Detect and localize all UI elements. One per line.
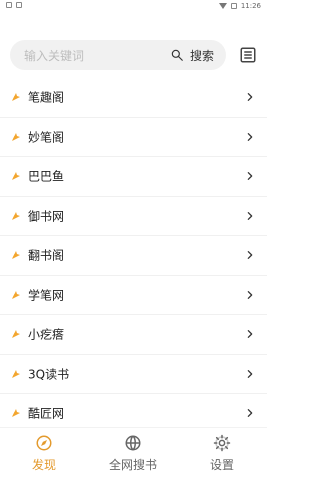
search-container: 搜索 <box>10 40 226 72</box>
source-item[interactable]: 御书网 <box>0 197 267 236</box>
sparkle-icon <box>12 409 20 418</box>
tab-label: 发现 <box>31 458 56 472</box>
globe-icon <box>125 435 141 451</box>
chevron-right-icon <box>247 330 253 339</box>
source-label: 笔趣阁 <box>28 90 65 105</box>
sparkle-icon <box>12 369 20 378</box>
sparkle-icon <box>12 330 20 339</box>
search-input[interactable] <box>22 40 166 72</box>
source-label: 酷匠网 <box>28 406 65 421</box>
sparkle-icon <box>12 290 20 299</box>
tiny-box-icon <box>6 2 12 8</box>
source-item[interactable]: 学笔网 <box>0 276 267 315</box>
bottom-nav: 发现 全网搜书 设置 <box>0 427 267 480</box>
sparkle-icon <box>12 93 20 102</box>
battery-icon <box>230 3 237 9</box>
sparkle-icon <box>12 132 20 141</box>
search-icon <box>171 49 183 61</box>
chevron-right-icon <box>247 251 253 260</box>
search-button-label: 搜索 <box>189 48 214 63</box>
source-label: 翻书阁 <box>28 248 65 263</box>
source-item[interactable]: 妙笔阁 <box>0 118 267 157</box>
search-box: 搜索 <box>10 40 226 72</box>
chevron-right-icon <box>247 172 253 181</box>
chevron-right-icon <box>247 132 253 141</box>
status-left <box>6 2 22 8</box>
source-label: 3Q读书 <box>28 367 70 382</box>
list-icon[interactable] <box>239 46 257 64</box>
source-list: 笔趣阁 妙笔阁 巴巴鱼 御书网 翻书阁 学笔网 小疙瘩 3Q读书 酷匠网 <box>0 78 267 433</box>
source-item[interactable]: 巴巴鱼 <box>0 157 267 197</box>
sparkle-icon <box>12 251 20 260</box>
source-label: 小疙瘩 <box>28 327 65 342</box>
source-label: 妙笔阁 <box>28 130 65 145</box>
compass-icon <box>36 435 52 451</box>
wifi-icon <box>218 3 227 9</box>
status-bar: 11:26 <box>0 0 267 14</box>
tiny-box-icon <box>16 2 22 8</box>
tab-discover[interactable]: 发现 <box>0 434 88 478</box>
source-label: 御书网 <box>28 209 65 224</box>
chevron-right-icon <box>247 290 253 299</box>
source-item[interactable]: 笔趣阁 <box>0 78 267 118</box>
search-button[interactable]: 搜索 <box>170 40 214 70</box>
status-right: 11:26 <box>218 2 261 10</box>
chevron-right-icon <box>247 93 253 102</box>
source-item[interactable]: 翻书阁 <box>0 236 267 276</box>
source-label: 巴巴鱼 <box>28 169 65 184</box>
status-time: 11:26 <box>240 2 261 10</box>
tab-search-all[interactable]: 全网搜书 <box>89 434 177 478</box>
tab-label: 全网搜书 <box>108 458 157 472</box>
sparkle-icon <box>12 211 20 220</box>
source-label: 学笔网 <box>28 288 65 303</box>
tab-label: 设置 <box>209 458 234 472</box>
tab-settings[interactable]: 设置 <box>178 434 266 478</box>
source-item[interactable]: 3Q读书 <box>0 355 267 394</box>
chevron-right-icon <box>247 409 253 418</box>
source-item[interactable]: 小疙瘩 <box>0 315 267 355</box>
chevron-right-icon <box>247 369 253 378</box>
gear-icon <box>213 434 231 452</box>
chevron-right-icon <box>247 211 253 220</box>
sparkle-icon <box>12 172 20 181</box>
